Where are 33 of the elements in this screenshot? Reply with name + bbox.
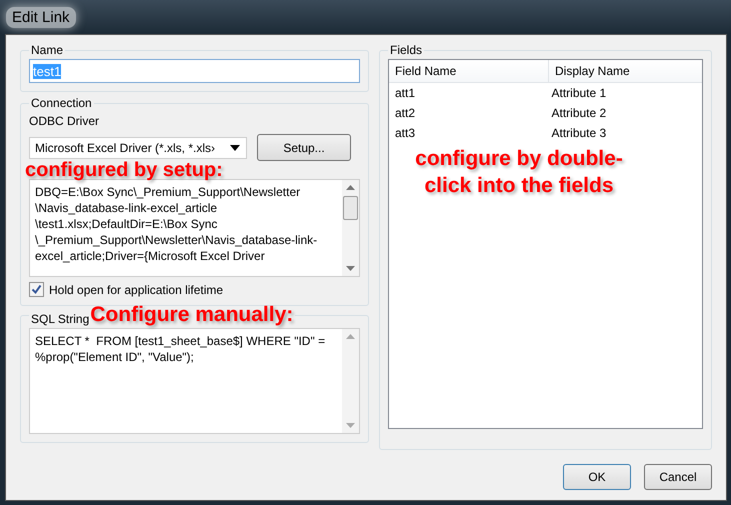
- scroll-up-icon[interactable]: [346, 334, 355, 339]
- annotation-text: configured by setup:: [25, 159, 224, 181]
- driver-label: ODBC Driver: [29, 114, 100, 128]
- group-label: Fields: [389, 43, 424, 57]
- setup-button[interactable]: Setup...: [257, 134, 351, 161]
- scrollbar[interactable]: [342, 180, 359, 276]
- window-title: Edit Link: [6, 6, 76, 28]
- driver-dropdown[interactable]: Microsoft Excel Driver (*.xls, *.xls›: [29, 136, 247, 158]
- table-cell-text: Attribute 3: [550, 126, 608, 140]
- dropdown-arrow-icon: [230, 144, 240, 150]
- scroll-thumb[interactable]: [343, 196, 358, 220]
- group-label: SQL String: [31, 312, 90, 326]
- table-cell-text: Attribute 1: [550, 86, 608, 100]
- table-cell-text: att1: [394, 86, 416, 100]
- connection-string-field[interactable]: DBQ=E:\Box Sync\_Premium_Support\Newsletter \Navis_database-link-excel_article \test1.xlsx;DefaultDir=E:\Box Sync \_Premium_Support\Newsletter\Navis_database-link-excel_article;Driver={Microsoft Excel Driver: [29, 179, 360, 277]
- dialog-button[interactable]: Cancel: [644, 464, 712, 490]
- checkbox-label: Hold open for application lifetime: [49, 282, 224, 296]
- annotation-text: Configure manually:: [90, 304, 294, 326]
- scroll-down-icon[interactable]: [346, 423, 355, 428]
- group-label: Name: [30, 43, 64, 57]
- column-header[interactable]: Display Name: [549, 60, 702, 82]
- table-cell-text: Attribute 2: [550, 106, 608, 120]
- scroll-up-icon[interactable]: [346, 185, 355, 190]
- scroll-down-icon[interactable]: [346, 266, 355, 271]
- table-cell-text: att2: [394, 106, 416, 120]
- annotation-text: configure by double-click into the fields: [414, 146, 624, 199]
- group-label: Connection: [30, 96, 93, 110]
- dialog-button[interactable]: OK: [563, 464, 631, 490]
- scrollbar[interactable]: [342, 329, 359, 433]
- table-cell-text: att3: [394, 126, 416, 140]
- column-header[interactable]: Field Name: [389, 60, 549, 82]
- sql-field[interactable]: SELECT * FROM [test1_sheet_base$] WHERE "ID" = %prop("Element ID", "Value");: [29, 328, 360, 434]
- checkbox[interactable]: [29, 282, 44, 297]
